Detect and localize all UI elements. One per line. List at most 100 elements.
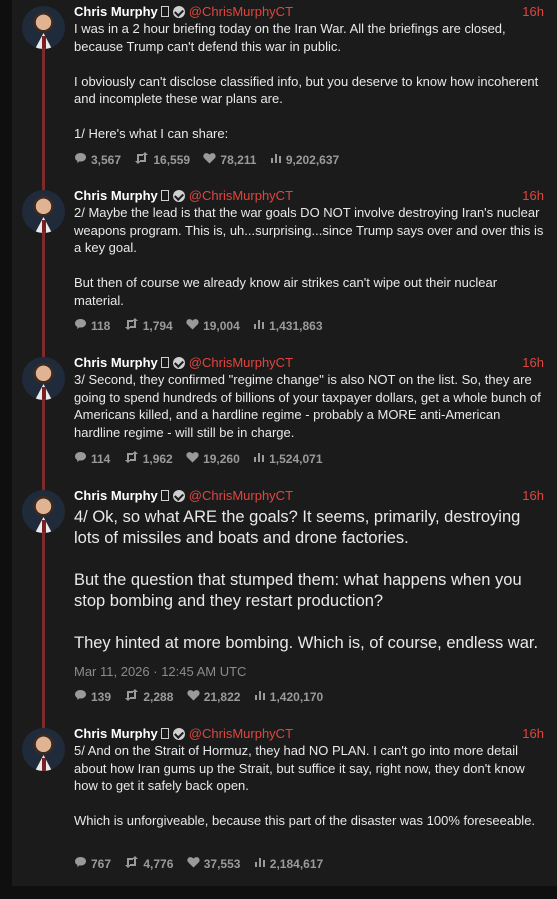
author-name[interactable]: Chris Murphy [74,726,158,741]
retweet-button[interactable]: 1,962 [124,451,173,466]
author-handle[interactable]: @ChrisMurphyCT [189,726,293,741]
emoji-glyph-icon [160,190,169,201]
emoji-glyph-icon [160,357,169,368]
tweet-text: 5/ And on the Strait of Hormuz, they had… [74,743,536,828]
like-icon [187,689,204,704]
retweet-button[interactable]: 1,794 [124,318,173,333]
views-icon [253,318,269,333]
reply-icon [74,689,91,704]
retweet-icon [124,451,143,466]
retweet-icon [134,152,153,167]
verified-icon [172,490,185,502]
tweet-text: 3/ Second, they confirmed "regime change… [74,372,544,440]
reply-icon [74,318,91,333]
reply-count: 114 [91,451,111,466]
author-name[interactable]: Chris Murphy [74,488,158,503]
like-count: 19,004 [203,318,240,333]
retweet-icon [124,318,143,333]
views-button[interactable]: 1,431,863 [253,318,323,333]
like-icon [186,318,203,333]
emoji-glyph-icon [160,6,169,17]
views-button[interactable]: 1,420,170 [254,689,323,704]
verified-icon [172,728,185,740]
retweet-count: 16,559 [153,152,191,167]
views-icon [253,451,269,466]
tweet-time[interactable]: 16h [522,488,544,503]
tweet-stats: 767 4,776 37,553 2,184,617 [74,856,333,872]
tweet-date[interactable]: Mar 11, 2026 · 12:45 AM UTC [74,664,246,679]
views-icon [254,689,270,704]
reply-count: 3,567 [91,152,122,167]
reply-icon [74,856,91,871]
views-count: 2,184,617 [269,856,324,871]
like-button[interactable]: 37,553 [187,856,241,871]
author-name[interactable]: Chris Murphy [74,355,158,370]
emoji-glyph-icon [160,490,169,501]
author-handle[interactable]: @ChrisMurphyCT [189,488,293,503]
like-icon [203,152,220,167]
author-handle[interactable]: @ChrisMurphyCT [189,188,293,203]
avatar[interactable] [22,357,65,400]
like-count: 21,822 [203,689,241,704]
retweet-count: 1,962 [142,451,173,466]
reply-button[interactable]: 3,567 [74,152,121,167]
reply-button[interactable]: 767 [74,856,111,871]
views-button[interactable]: 1,524,071 [253,451,323,466]
like-icon [187,856,204,871]
views-icon [254,856,270,871]
reply-button[interactable]: 114 [74,451,110,466]
like-button[interactable]: 21,822 [187,689,241,704]
reply-icon [74,152,91,167]
like-count: 78,211 [220,152,257,167]
reply-count: 139 [91,689,112,704]
tweet-time[interactable]: 16h [522,188,544,203]
tweet-text: I was in a 2 hour briefing today on the … [74,21,539,141]
views-button[interactable]: 2,184,617 [254,856,323,871]
author-handle[interactable]: @ChrisMurphyCT [189,4,293,19]
views-count: 9,202,637 [285,152,340,167]
reply-button[interactable]: 118 [74,318,110,333]
tweet-header: Chris Murphy @ChrisMurphyCT 16h [74,488,544,506]
tweet-stats: 139 2,288 21,822 1,420,170 [74,689,333,705]
retweet-button[interactable]: 16,559 [134,152,190,167]
verified-icon [172,6,185,18]
views-count: 1,420,170 [269,689,324,704]
like-count: 19,260 [203,451,240,466]
emoji-glyph-icon [160,728,169,739]
tweet-text: 4/ Ok, so what ARE the goals? It seems, … [74,508,539,652]
author-handle[interactable]: @ChrisMurphyCT [189,355,293,370]
verified-icon [172,190,185,202]
like-button[interactable]: 78,211 [203,152,256,167]
views-count: 1,431,863 [269,318,323,333]
views-count: 1,524,071 [269,451,323,466]
avatar[interactable] [22,6,65,49]
like-button[interactable]: 19,004 [186,318,240,333]
retweet-button[interactable]: 4,776 [124,856,173,871]
tweet-time[interactable]: 16h [522,355,544,370]
tweet-stats: 3,567 16,559 78,211 9,202,637 [74,152,349,168]
tweet-time[interactable]: 16h [522,726,544,741]
reply-button[interactable]: 139 [74,689,111,704]
avatar[interactable] [22,190,65,233]
reply-count: 767 [91,856,112,871]
author-name[interactable]: Chris Murphy [74,4,158,19]
retweet-count: 1,794 [142,318,173,333]
like-button[interactable]: 19,260 [186,451,240,466]
retweet-count: 2,288 [143,689,174,704]
views-button[interactable]: 9,202,637 [270,152,339,167]
like-count: 37,553 [203,856,241,871]
avatar[interactable] [22,490,65,533]
verified-icon [172,357,185,369]
tweet-time[interactable]: 16h [522,4,544,19]
views-icon [270,152,286,167]
like-icon [186,451,203,466]
avatar[interactable] [22,728,65,771]
author-name[interactable]: Chris Murphy [74,188,158,203]
tweet-stats: 114 1,962 19,260 1,524,071 [74,451,333,467]
tweet-stats: 118 1,794 19,004 1,431,863 [74,318,333,334]
retweet-icon [124,856,143,871]
retweet-button[interactable]: 2,288 [124,689,173,704]
tweet-text: 2/ Maybe the lead is that the war goals … [74,205,544,308]
retweet-count: 4,776 [143,856,174,871]
retweet-icon [124,689,143,704]
